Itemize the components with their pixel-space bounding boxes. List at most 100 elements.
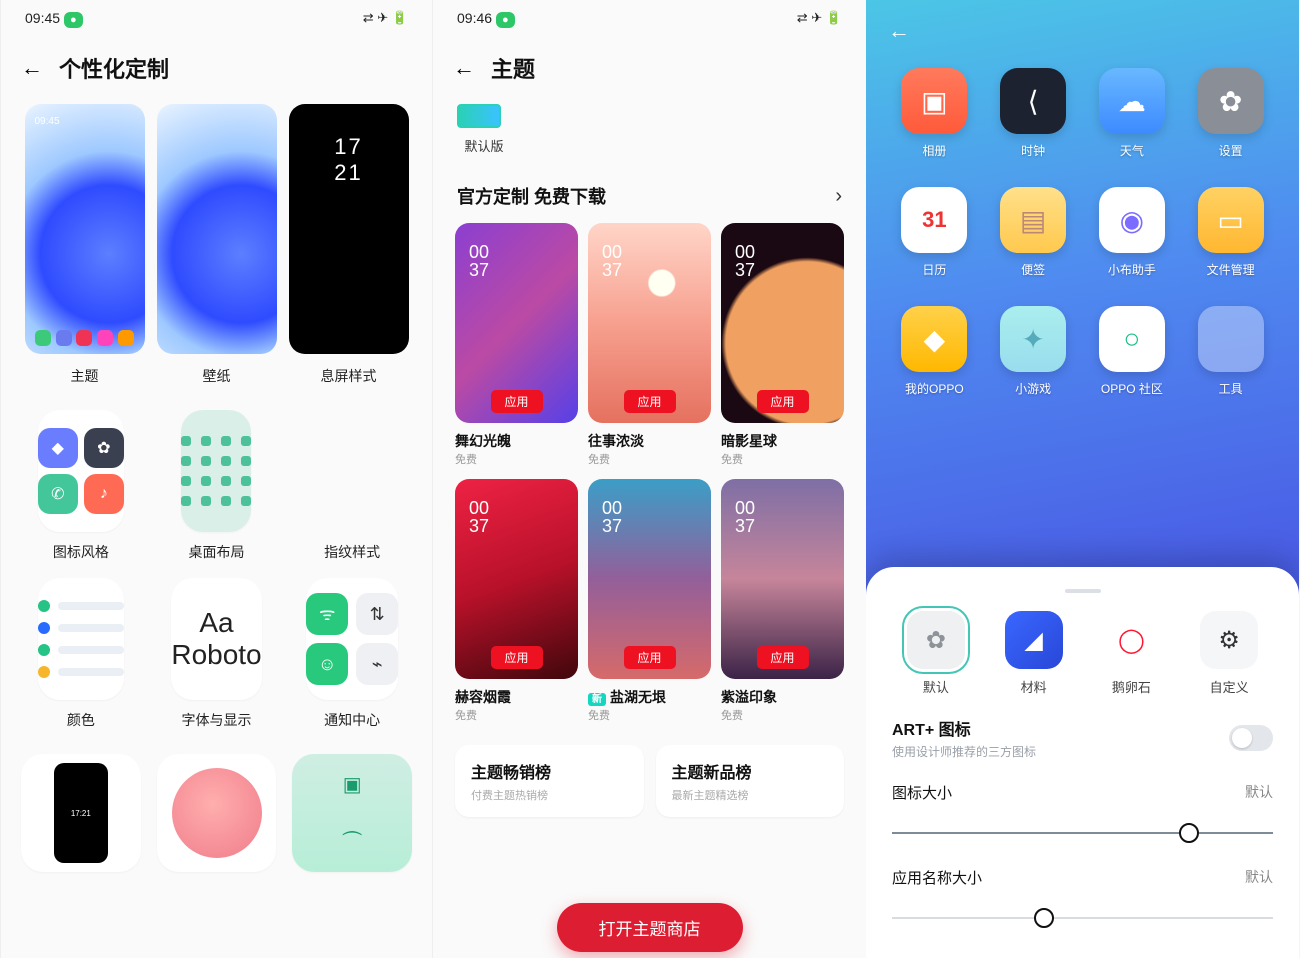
- diamond-icon: ◆: [901, 306, 967, 372]
- tile-ringtone[interactable]: [157, 754, 277, 872]
- calendar-icon: 31: [901, 187, 967, 253]
- tile-color[interactable]: 颜色: [21, 578, 141, 730]
- icon-style-sheet: ✿ 默认 ◢ 材料 ◯ 鹅卵石 ⚙ 自定义 ART+ 图标 使用设计师推荐的三方…: [866, 567, 1299, 958]
- hangup-icon: ⏜: [343, 832, 362, 855]
- app-settings[interactable]: ✿设置: [1190, 68, 1271, 159]
- notes-icon: ▤: [1000, 187, 1066, 253]
- folder-grid-icon: [1198, 306, 1264, 372]
- tile-icon-style[interactable]: ◆✿✆♪ 图标风格: [21, 410, 141, 562]
- chevron-right-icon[interactable]: ›: [835, 185, 842, 208]
- theme-tabs: 默认版: [433, 104, 866, 159]
- slider-track[interactable]: [892, 906, 1273, 930]
- tile-font[interactable]: Aa Roboto 字体与显示: [157, 578, 277, 730]
- status-badge-icon: ●: [64, 12, 83, 28]
- circle-icon: ○: [1099, 306, 1165, 372]
- data-icon: ⇅: [356, 593, 398, 635]
- games-icon: ✦: [1000, 306, 1066, 372]
- back-arrow-icon[interactable]: ←: [453, 55, 475, 81]
- profile-icon: ☺: [306, 643, 348, 685]
- theme-card[interactable]: 00 37 应用 暗影星球 免费: [721, 223, 844, 467]
- rank-new[interactable]: 主题新品榜 最新主题精选榜: [656, 745, 845, 817]
- page-title: 个性化定制: [59, 52, 169, 84]
- personalization-screen: 09:45 ● ⇄ ✈ 🔋 ← 个性化定制 09:45 主题 壁纸 17 21 …: [0, 0, 433, 958]
- apply-button[interactable]: 应用: [490, 646, 542, 669]
- style-default[interactable]: ✿ 默认: [892, 611, 980, 696]
- clock: 09:46: [457, 10, 492, 26]
- weather-icon: ☁: [1099, 68, 1165, 134]
- app-games[interactable]: ✦小游戏: [993, 306, 1074, 397]
- tile-quick-settings[interactable]: ᯤ ⇅ ☺ ⌁ 通知中心: [292, 578, 412, 730]
- app-assistant[interactable]: ◉小布助手: [1092, 187, 1173, 278]
- app-weather[interactable]: ☁天气: [1092, 68, 1173, 159]
- section-header[interactable]: 官方定制 免费下载 ›: [433, 159, 866, 223]
- apply-button[interactable]: 应用: [756, 646, 808, 669]
- app-myoppo[interactable]: ◆我的OPPO: [894, 306, 975, 397]
- app-tools-folder[interactable]: 工具: [1190, 306, 1271, 397]
- gear-icon: ✿: [907, 611, 965, 669]
- app-clock[interactable]: ⟨时钟: [993, 68, 1074, 159]
- app-community[interactable]: ○OPPO 社区: [1092, 306, 1173, 397]
- art-plus-row: ART+ 图标 使用设计师推荐的三方图标: [892, 716, 1273, 760]
- page-title: 主题: [491, 52, 535, 84]
- sliders-icon: ⚙: [1200, 611, 1258, 669]
- home-grid: ▣相册 ⟨时钟 ☁天气 ✿设置 31日历 ▤便签 ◉小布助手 ▭文件管理 ◆我的…: [866, 60, 1299, 397]
- back-arrow-icon[interactable]: ←: [21, 55, 43, 81]
- style-pebble[interactable]: ◯ 鹅卵石: [1088, 611, 1176, 696]
- icon-style-screen: ← ▣相册 ⟨时钟 ☁天气 ✿设置 31日历 ▤便签 ◉小布助手 ▭文件管理 ◆…: [866, 0, 1299, 958]
- folder-icon: ▭: [1198, 187, 1264, 253]
- new-tag: 新: [588, 693, 606, 706]
- app-name-size-slider: 应用名称大小 默认: [892, 867, 1273, 930]
- tile-aod[interactable]: 17 21 息屏样式: [289, 104, 409, 386]
- theme-card[interactable]: 00 37 应用 往事浓淡 免费: [588, 223, 711, 467]
- status-icons: ⇄ ✈ 🔋: [797, 10, 842, 26]
- theme-card[interactable]: 00 37 应用 新盐湖无垠 免费: [588, 479, 711, 723]
- app-gallery[interactable]: ▣相册: [894, 68, 975, 159]
- status-icons: ⇄ ✈ 🔋: [363, 10, 408, 26]
- assistant-icon: ◉: [1099, 187, 1165, 253]
- theme-screen: 09:46 ● ⇄ ✈ 🔋 ← 主题 默认版 官方定制 免费下载 › 00 37…: [433, 0, 866, 958]
- header: ← 个性化定制: [1, 36, 432, 104]
- app-notes[interactable]: ▤便签: [993, 187, 1074, 278]
- tile-video-call[interactable]: ▣⏜: [292, 754, 412, 872]
- open-theme-store-button[interactable]: 打开主题商店: [557, 903, 743, 952]
- apply-button[interactable]: 应用: [756, 390, 808, 413]
- header: ← 主题: [433, 36, 866, 104]
- clock: 09:45: [25, 10, 60, 26]
- tile-theme[interactable]: 09:45 主题: [25, 104, 145, 386]
- clock-icon: ⟨: [1000, 68, 1066, 134]
- style-custom[interactable]: ⚙ 自定义: [1185, 611, 1273, 696]
- tile-aod-small[interactable]: 17:21: [21, 754, 141, 872]
- theme-grid: 00 37 应用 舞幻光魄 免费 00 37 应用 往事浓淡 免费 00 37 …: [433, 223, 866, 723]
- mock-clock: 09:45: [35, 116, 60, 127]
- back-arrow-icon[interactable]: ←: [888, 18, 910, 44]
- apply-button[interactable]: 应用: [623, 646, 675, 669]
- status-bar: 09:45 ● ⇄ ✈ 🔋: [1, 0, 432, 36]
- aod-clock: 17 21: [334, 134, 362, 186]
- app-calendar[interactable]: 31日历: [894, 187, 975, 278]
- art-plus-toggle[interactable]: [1229, 725, 1273, 751]
- theme-card[interactable]: 00 37 应用 舞幻光魄 免费: [455, 223, 578, 467]
- video-icon: ▣: [343, 772, 362, 797]
- gallery-icon: ▣: [901, 68, 967, 134]
- icon-size-slider: 图标大小 默认: [892, 782, 1273, 845]
- status-badge-icon: ●: [496, 12, 515, 28]
- tab-default[interactable]: 默认版: [457, 104, 511, 155]
- rank-bestseller[interactable]: 主题畅销榜 付费主题热销榜: [455, 745, 644, 817]
- tile-fingerprint[interactable]: 指纹样式: [292, 410, 412, 562]
- bluetooth-icon: ⌁: [356, 643, 398, 685]
- slider-track[interactable]: [892, 821, 1273, 845]
- style-material[interactable]: ◢ 材料: [990, 611, 1078, 696]
- theme-card[interactable]: 00 37 应用 紫溢印象 免费: [721, 479, 844, 723]
- gear-icon: ✿: [1198, 68, 1264, 134]
- material-icon: ◢: [1005, 611, 1063, 669]
- wifi-icon: ᯤ: [306, 593, 348, 635]
- drag-handle[interactable]: [1065, 589, 1101, 593]
- theme-card[interactable]: 00 37 应用 赫容烟霞 免费: [455, 479, 578, 723]
- apply-button[interactable]: 应用: [623, 390, 675, 413]
- app-files[interactable]: ▭文件管理: [1190, 187, 1271, 278]
- status-bar: 09:46 ● ⇄ ✈ 🔋: [433, 0, 866, 36]
- tile-layout[interactable]: 桌面布局: [157, 410, 277, 562]
- ring-icon: ◯: [1102, 611, 1160, 669]
- apply-button[interactable]: 应用: [490, 390, 542, 413]
- tile-wallpaper[interactable]: 壁纸: [157, 104, 277, 386]
